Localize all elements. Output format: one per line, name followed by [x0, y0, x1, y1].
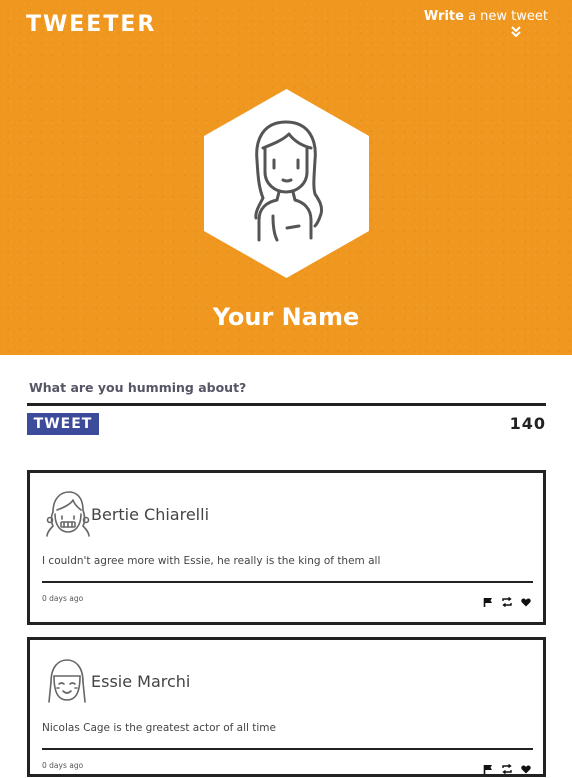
- tweet-text: I couldn't agree more with Essie, he rea…: [42, 555, 381, 567]
- heart-icon[interactable]: [521, 598, 531, 607]
- retweet-icon[interactable]: [501, 597, 513, 607]
- heart-icon[interactable]: [521, 765, 531, 774]
- flag-icon[interactable]: [483, 597, 493, 607]
- char-counter: 140: [509, 414, 546, 433]
- tweet-actions: [475, 592, 531, 611]
- retweet-icon[interactable]: [501, 764, 513, 774]
- profile-name: Your Name: [212, 303, 360, 331]
- tweet-actions: [475, 759, 531, 778]
- write-new-tweet-toggle[interactable]: Write a new tweet: [424, 9, 548, 40]
- girl-avatar-icon: [43, 488, 91, 538]
- compose-area: TWEET 140: [27, 372, 546, 435]
- flag-icon[interactable]: [483, 764, 493, 774]
- tweet-timestamp: 0 days ago: [42, 594, 84, 603]
- tweet-input[interactable]: [27, 372, 546, 406]
- tweet-author[interactable]: Bertie Chiarelli: [91, 505, 209, 524]
- girl-avatar-icon: [43, 656, 91, 706]
- double-chevron-down-icon: [424, 26, 548, 40]
- profile-avatar: [203, 88, 370, 279]
- profile-header: TWEETER Write a new tweet Your Name: [0, 0, 572, 355]
- tweet-timestamp: 0 days ago: [42, 761, 84, 770]
- tweet-card: Bertie Chiarelli I couldn't agree more w…: [27, 470, 546, 625]
- tweet-button[interactable]: TWEET: [27, 413, 99, 435]
- app-logo[interactable]: TWEETER: [26, 12, 156, 37]
- tweet-text: Nicolas Cage is the greatest actor of al…: [42, 722, 276, 734]
- compose-toggle-label: Write a new tweet: [423, 9, 548, 24]
- tweet-author[interactable]: Essie Marchi: [91, 672, 190, 691]
- tweet-card: Essie Marchi Nicolas Cage is the greates…: [27, 637, 546, 777]
- tweet-divider: [42, 748, 533, 750]
- tweet-divider: [42, 581, 533, 583]
